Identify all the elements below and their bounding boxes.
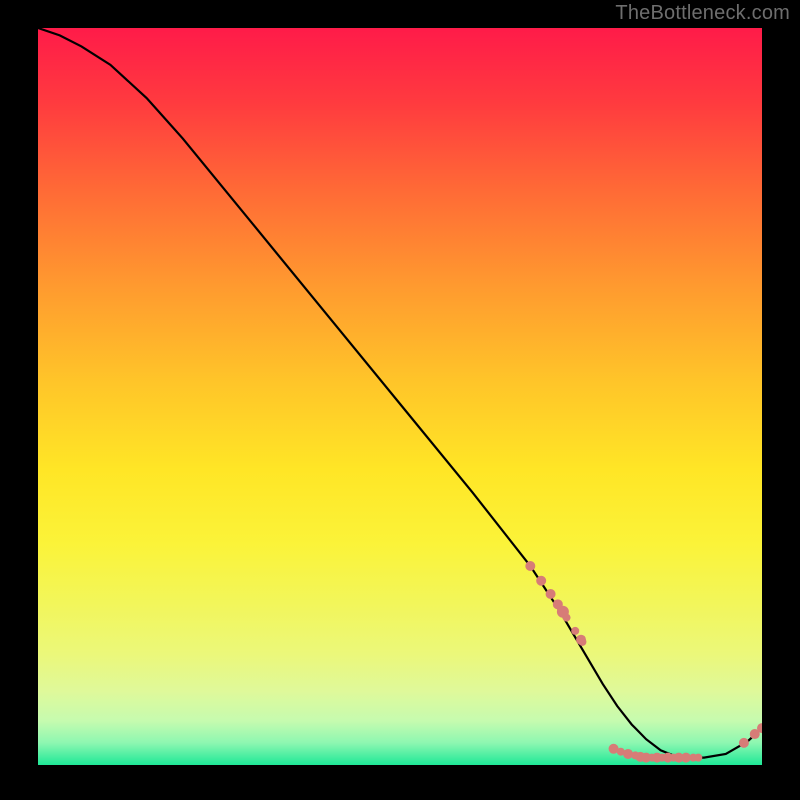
curve-marker <box>563 614 571 622</box>
curve-marker <box>623 749 633 759</box>
bottleneck-curve-svg <box>38 28 762 765</box>
attribution-text: TheBottleneck.com <box>615 2 790 25</box>
curve-marker <box>694 754 702 762</box>
plot-area <box>38 28 762 765</box>
chart-container: TheBottleneck.com <box>0 0 800 800</box>
curve-marker <box>739 738 749 748</box>
curve-marker <box>571 627 579 635</box>
curve-markers <box>525 561 762 763</box>
bottleneck-curve <box>38 28 762 758</box>
curve-marker <box>525 561 535 571</box>
curve-marker <box>578 638 586 646</box>
curve-marker <box>536 576 546 586</box>
curve-marker <box>546 589 556 599</box>
